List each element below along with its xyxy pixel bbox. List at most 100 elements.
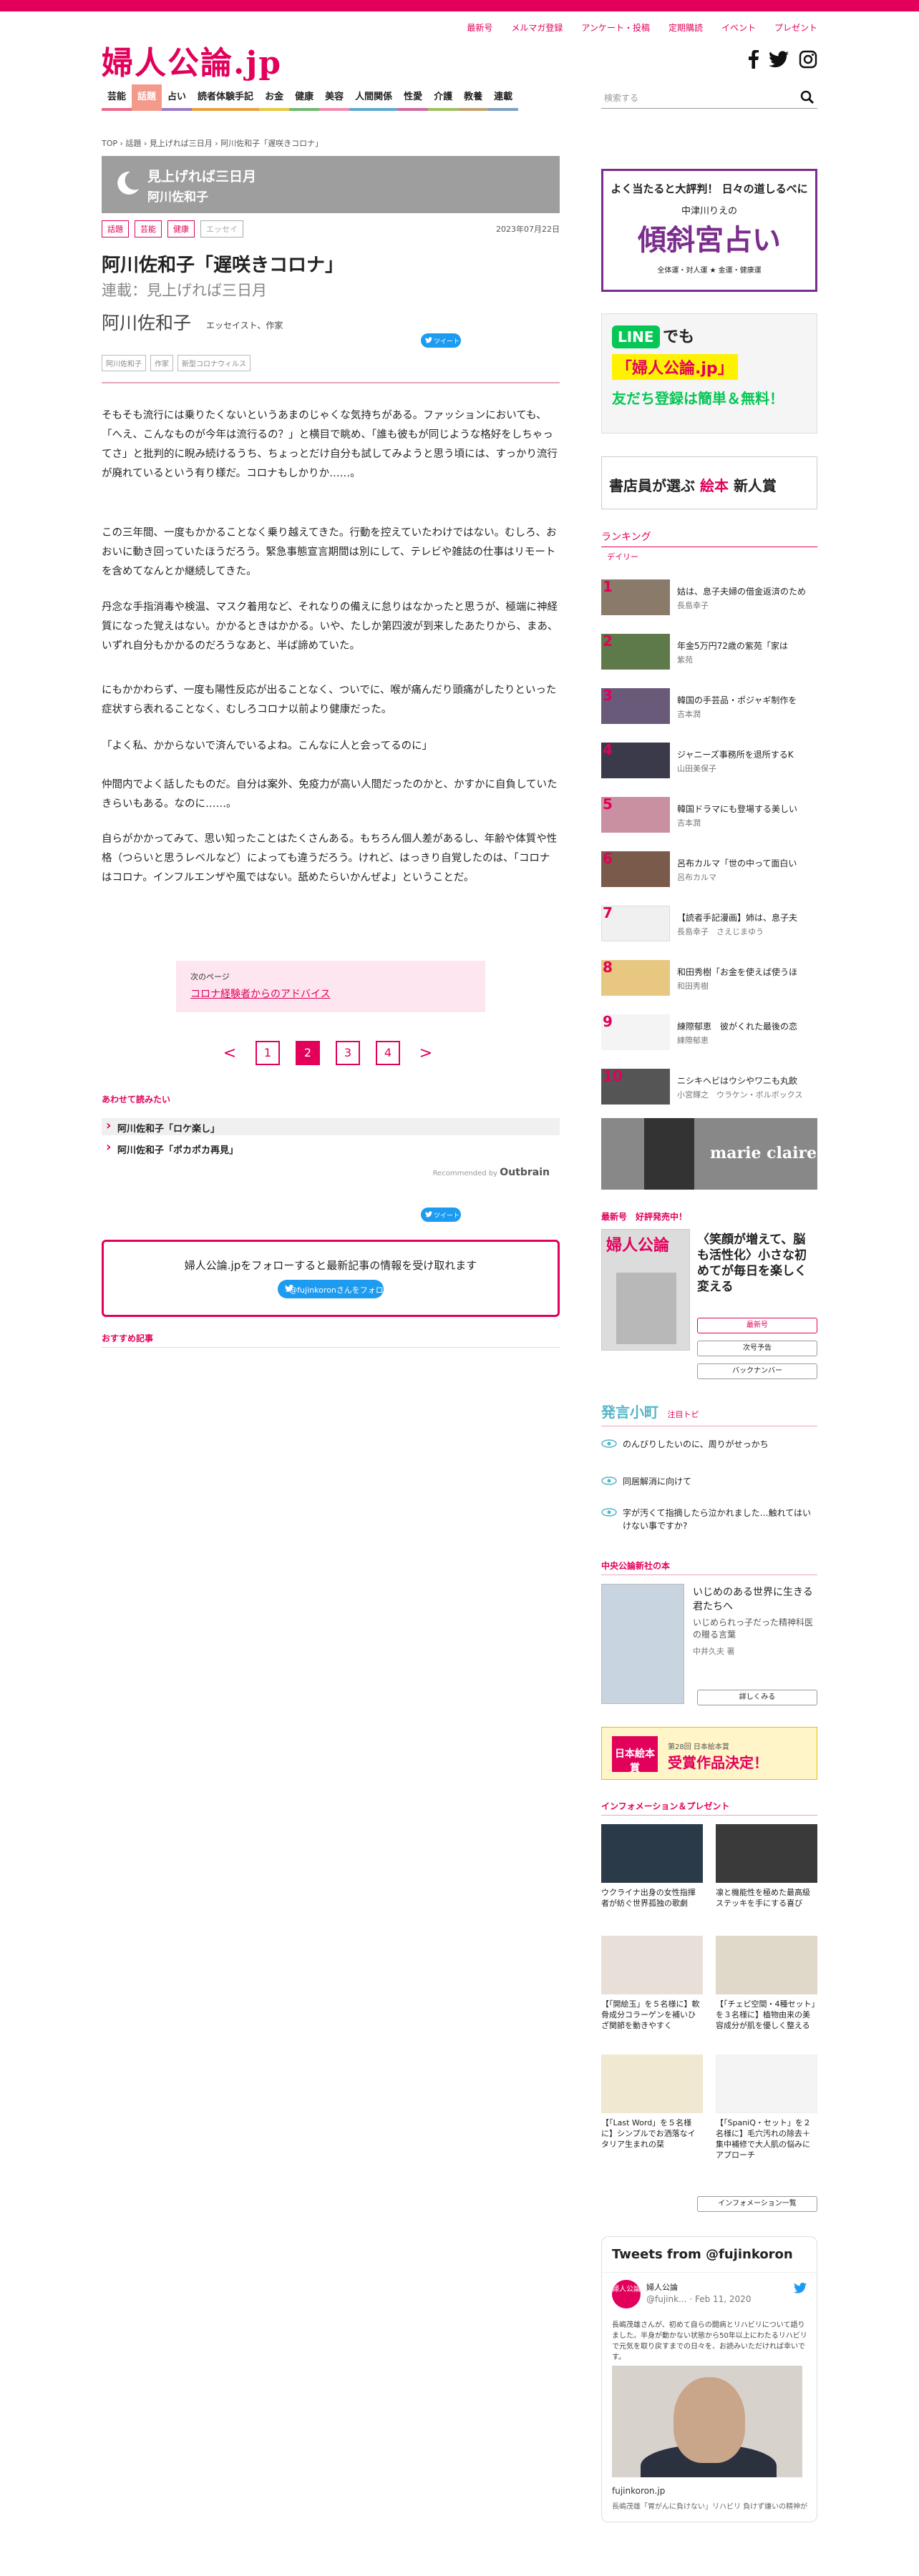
nav-item-uranai[interactable]: 占い — [162, 84, 193, 111]
pager-page-1[interactable]: 1 — [256, 1041, 280, 1065]
util-nav-survey[interactable]: アンケート・投稿 — [581, 21, 650, 34]
pager-page-3[interactable]: 3 — [336, 1041, 360, 1065]
komachi-topic[interactable]: 字が汚くて指摘したら泣かれました…触れてはいけない事ですか? — [601, 1507, 817, 1532]
ad-line-banner[interactable]: LINE でも 「婦人公論.jp」 友だち登録は簡単＆無料！ — [601, 313, 817, 434]
ranking-item[interactable]: 1 姑は、息子夫婦の借金返済のため 長島幸子 — [601, 578, 817, 615]
nav-item-kenkou[interactable]: 健康 — [289, 84, 320, 111]
nav-item-taiken[interactable]: 読者体験手記 — [192, 84, 260, 111]
info-item[interactable]: 【「Last Word」を５名様に】シンプルでお洒落なイタリア生まれの栞 — [601, 2055, 703, 2150]
breadcrumb[interactable]: TOP › 話題 › 見上げれば三日月 › 阿川佐和子「遅咲きコロナ」 — [102, 137, 323, 149]
avatar[interactable]: 婦人公論 — [612, 2280, 641, 2308]
ranking-number: 10 — [603, 1067, 623, 1084]
info-item[interactable]: 凛と機能性を極めた最高級ステッキを手にする喜び — [716, 1824, 817, 1909]
information-list-button[interactable]: インフォメーション一覧 — [697, 2196, 817, 2212]
next-page-box[interactable]: 次のページ コロナ経験者からのアドバイス — [176, 961, 485, 1012]
keyword-tag[interactable]: 阿川佐和子 — [102, 355, 146, 371]
instagram-icon[interactable] — [799, 50, 817, 69]
author-name[interactable]: 阿川佐和子 — [102, 309, 191, 335]
tag-wadai[interactable]: 話題 — [102, 220, 129, 237]
info-item[interactable]: 【「開絵玉」を５名様に】軟骨成分コラーゲンを補いひざ関節を動きやすく — [601, 1936, 703, 2031]
nav-item-seiai[interactable]: 性愛 — [398, 84, 429, 111]
nav-item-okane[interactable]: お金 — [259, 84, 290, 111]
komachi-topic[interactable]: 同居解消に向けて — [601, 1475, 817, 1488]
next-page-link[interactable]: コロナ経験者からのアドバイス — [190, 986, 471, 1001]
pager-prev[interactable]: < — [220, 1044, 240, 1062]
book-cover[interactable] — [601, 1584, 684, 1704]
info-item[interactable]: ウクライナ出身の女性指揮者が紡ぐ世界孤独の歌劇 — [601, 1824, 703, 1909]
ranking-item[interactable]: 5 韓国ドラマにも登場する美しい 吉本潤 — [601, 795, 817, 833]
magazine-headline[interactable]: 〈笑顔が増えて、脳も活性化〉小さな初めてが毎日を楽しく変える — [697, 1232, 817, 1295]
ad-ehon-award[interactable]: 日本絵本賞 第28回 日本絵本賞 受賞作品決定！ — [601, 1727, 817, 1780]
magazine-cover[interactable]: 婦人公論 — [601, 1229, 690, 1351]
follow-twitter-button[interactable]: @fujinkoronさんをフォロー — [278, 1280, 384, 1306]
ranking-item-title: ジャニーズ事務所を退所するK — [677, 750, 794, 760]
nav-item-kyouyou[interactable]: 教養 — [458, 84, 489, 111]
komachi-topic[interactable]: のんびりしたいのに、周りがせっかち — [601, 1438, 817, 1451]
back-number-button[interactable]: バックナンバー — [697, 1363, 817, 1379]
ranking-item-author: 長島幸子 さえじまゆう — [677, 927, 764, 936]
twitter-bird-icon[interactable] — [794, 2283, 807, 2293]
util-nav-events[interactable]: イベント — [721, 21, 756, 34]
latest-issue-button[interactable]: 最新号 — [697, 1318, 817, 1333]
ranking-item[interactable]: 9 練際郁恵 彼がくれた最後の恋 練際郁恵 — [601, 1013, 817, 1050]
ranking-tab-daily[interactable]: デイリー — [607, 551, 638, 562]
author-role: エッセイスト、作家 — [206, 320, 283, 330]
ranking-item[interactable]: 4 ジャニーズ事務所を退所するK 山田美保子 — [601, 741, 817, 778]
tag-essay[interactable]: エッセイ — [200, 220, 243, 237]
info-item[interactable]: 【「SpaniQ・セット」を２名様に】毛穴汚れの除去＋集中補修で大人肌の悩みにア… — [716, 2055, 817, 2160]
search-icon[interactable] — [800, 90, 815, 104]
related-item[interactable]: 阿川佐和子「ロケ楽し」 — [102, 1118, 560, 1135]
facebook-icon[interactable] — [749, 50, 759, 69]
ranking-item[interactable]: 2 年金5万円72歳の紫苑「家は 紫苑 — [601, 632, 817, 670]
tweet-button[interactable]: ツイート — [421, 333, 461, 348]
nav-item-wadai[interactable]: 話題 — [132, 84, 162, 111]
social-links — [749, 50, 817, 69]
ranking-item[interactable]: 10 ニシキヘビはウシやワニも丸飲 小宮輝之 ウラケン・ボルボックス — [601, 1067, 817, 1105]
global-nav: 芸能 話題 占い 読者体験手記 お金 健康 美容 人間関係 性愛 介護 教養 連… — [102, 84, 519, 111]
util-nav-present[interactable]: プレゼント — [774, 21, 817, 34]
ranking-item-author: 吉本潤 — [677, 818, 701, 828]
ranking-item[interactable]: 7 【読者手記漫画】姉は、息子夫 長島幸子 さえじまゆう — [601, 904, 817, 941]
ad-ehon-banner[interactable]: 書店員が選ぶ 絵本 新人賞 — [601, 456, 817, 509]
tweet-image[interactable] — [612, 2366, 802, 2477]
util-nav-subscribe[interactable]: 定期購読 — [668, 21, 703, 34]
ranking-item[interactable]: 6 呂布カルマ「世の中って面白い 呂布カルマ — [601, 850, 817, 887]
pager-next[interactable]: > — [416, 1044, 436, 1062]
ranking-item[interactable]: 3 韓国の手芸品・ポジャギ制作を 吉本潤 — [601, 687, 817, 724]
book-title[interactable]: いじめのある世界に生きる君たちへ — [693, 1585, 817, 1614]
util-nav-latest[interactable]: 最新号 — [467, 21, 492, 34]
keyword-tag[interactable]: 作家 — [150, 355, 173, 371]
ranking-item[interactable]: 8 和田秀樹「お金を使えば使うほ 和田秀樹 — [601, 959, 817, 996]
eye-icon — [601, 1476, 617, 1485]
tag-kenkou[interactable]: 健康 — [167, 220, 195, 237]
article-subtitle: 連載：見上げれば三日月 — [102, 282, 267, 299]
nav-item-ningen[interactable]: 人間関係 — [349, 84, 399, 111]
nav-item-geinou[interactable]: 芸能 — [102, 84, 132, 111]
site-logo[interactable]: 婦人公論.jp — [102, 37, 282, 83]
tweet-button[interactable]: ツイート — [421, 1208, 461, 1222]
nav-item-biyou[interactable]: 美容 — [319, 84, 350, 111]
book-details-button[interactable]: 詳しくみる — [697, 1690, 817, 1705]
ranking-number: 9 — [603, 1013, 613, 1030]
info-item[interactable]: 【「チェビ空間・4種セット」を３名様に】植物由来の美容成分が肌を優しく整える — [716, 1936, 817, 2031]
tag-geinou[interactable]: 芸能 — [135, 220, 162, 237]
search-input[interactable]: 検索する — [601, 86, 817, 109]
nav-item-kaigo[interactable]: 介護 — [428, 84, 459, 111]
twitter-timeline[interactable]: Tweets from @fujinkoron 婦人公論 婦人公論 @fujin… — [601, 2236, 817, 2522]
pager-page-4[interactable]: 4 — [376, 1041, 400, 1065]
tweet-link-domain[interactable]: fujinkoron.jp — [612, 2486, 665, 2496]
twitter-icon[interactable] — [769, 51, 789, 68]
ad-marie-claire[interactable]: marie claire — [601, 1118, 817, 1190]
tweet-author-name[interactable]: 婦人公論 — [646, 2281, 678, 2293]
tweet-link-description: 長嶋茂雄「胃がんに負けない」リハビリ 負けず嫌いの精神が生きる力に — [612, 2503, 808, 2511]
series-banner[interactable]: 見上げれば三日月 阿川佐和子 — [102, 156, 560, 213]
pager-page-2[interactable]: 2 — [296, 1041, 320, 1065]
related-item[interactable]: 阿川佐和子「ポカポカ再見」 — [102, 1140, 560, 1157]
keyword-tag[interactable]: 新型コロナウィルス — [178, 355, 251, 371]
util-nav-newsletter[interactable]: メルマガ登録 — [511, 21, 563, 34]
nav-item-rensai[interactable]: 連載 — [488, 84, 519, 111]
hatsugen-komachi-logo[interactable]: 発言小町 — [601, 1404, 658, 1421]
outbrain-credit[interactable]: Recommended by Outbrain — [433, 1167, 550, 1178]
ad-uranai-banner[interactable]: よく当たると大評判！ 日々の道しるべに 中津川りえの 傾斜宮占い 全体運・対人運… — [601, 169, 817, 292]
next-issue-button[interactable]: 次号予告 — [697, 1341, 817, 1356]
